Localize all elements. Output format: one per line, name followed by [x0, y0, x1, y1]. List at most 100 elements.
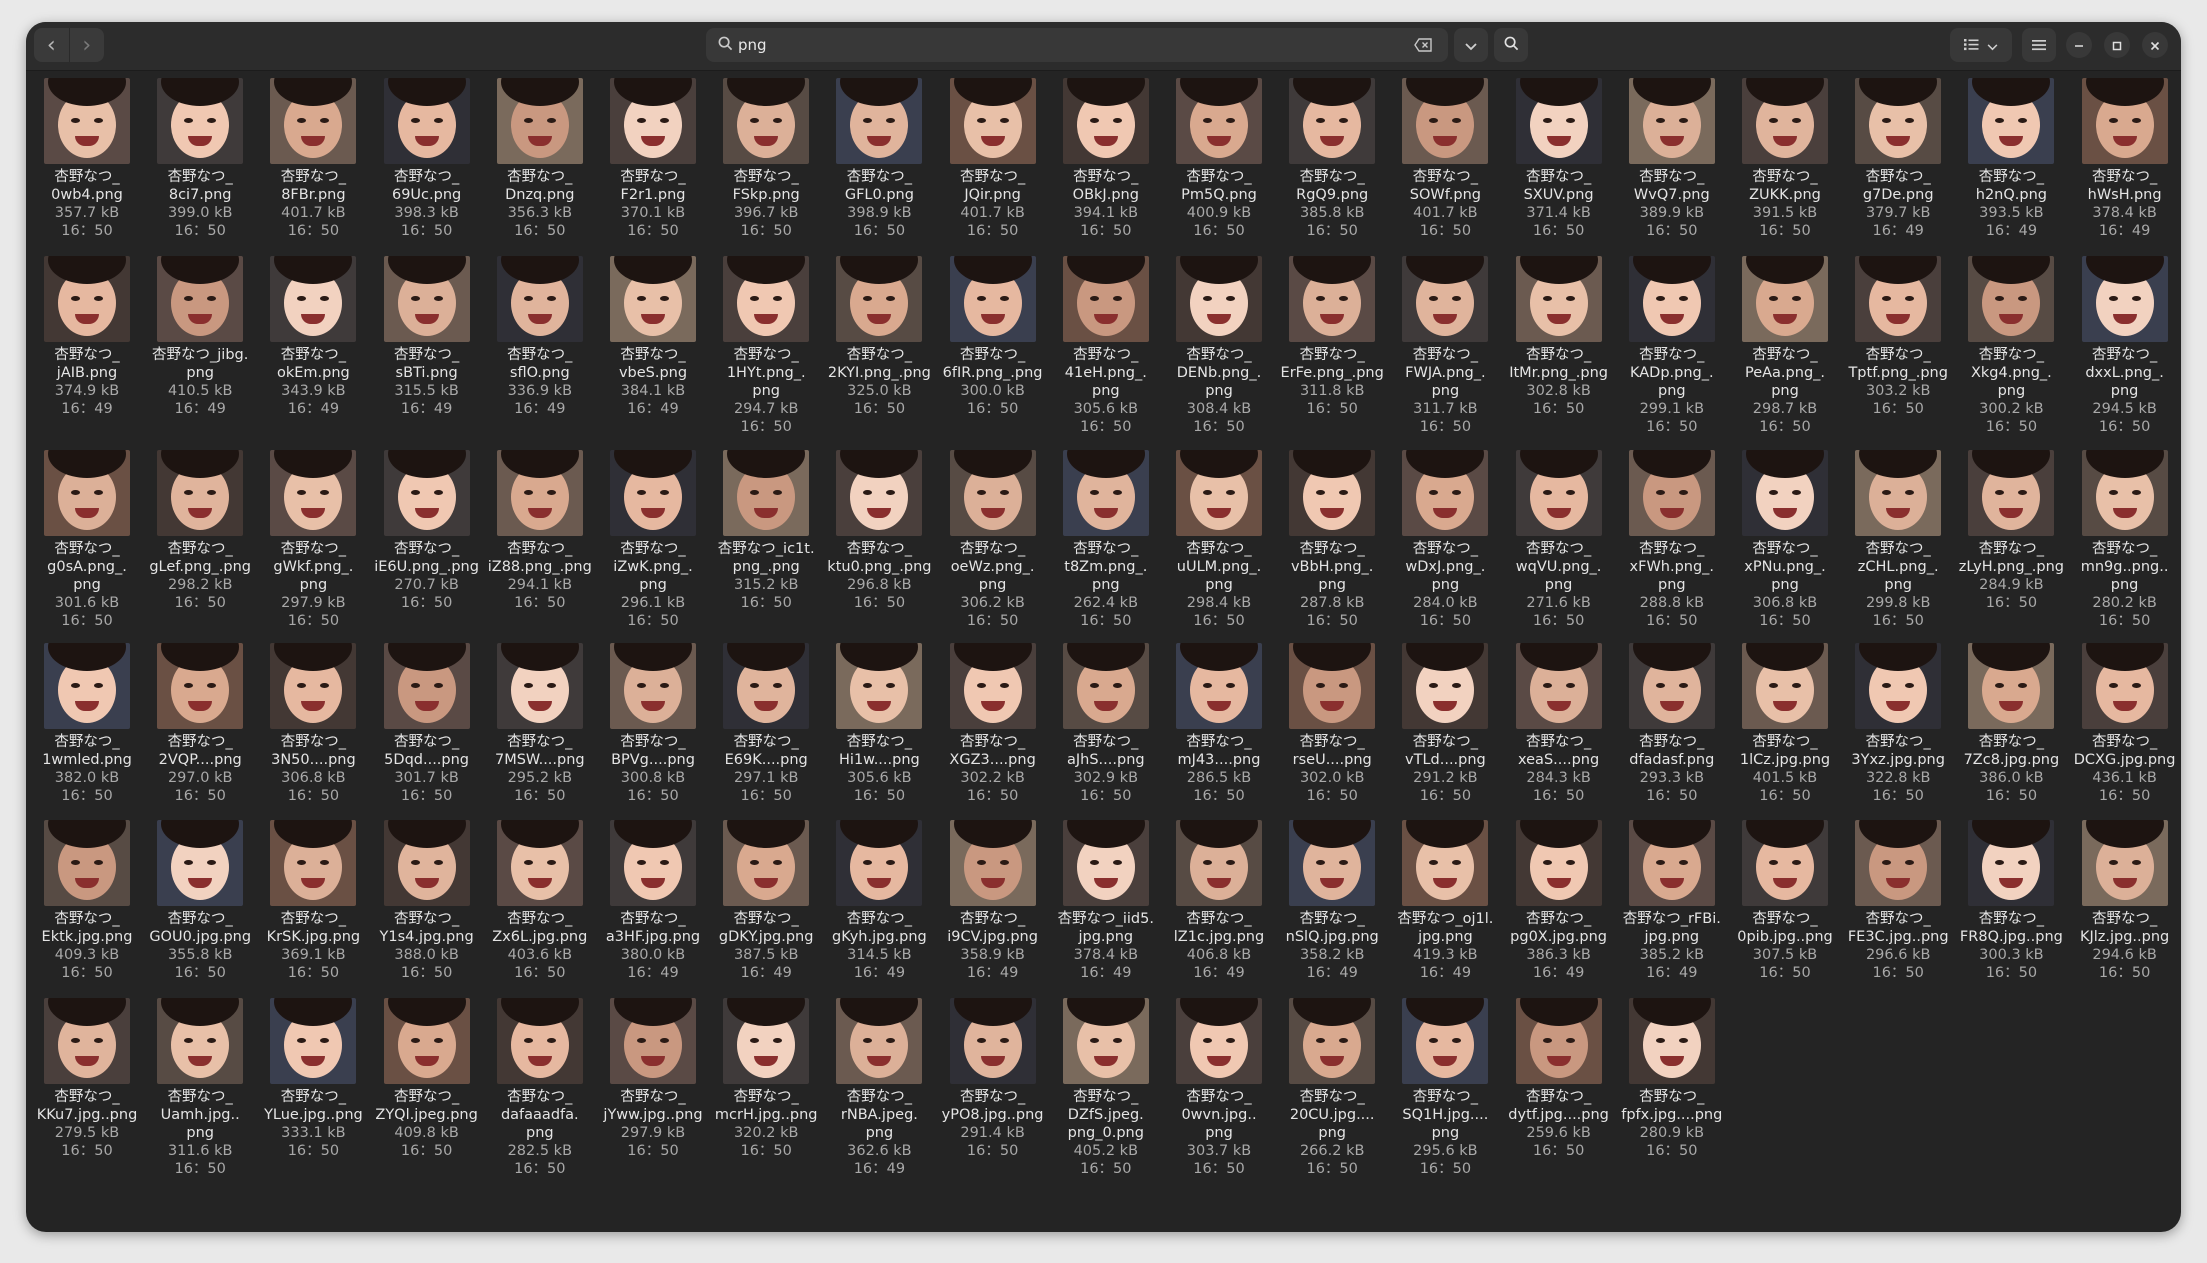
file-item[interactable]: 杏野なつ_ dytf.jpg....png 259.6 kB 16：50: [1504, 998, 1614, 1160]
file-item[interactable]: 杏野なつ_ 6fIR.png_.png 300.0 kB 16：50: [938, 256, 1048, 418]
file-item[interactable]: 杏野なつ_ ItMr.png_.png 302.8 kB 16：50: [1504, 256, 1614, 418]
maximize-button[interactable]: [2104, 32, 2130, 58]
close-button[interactable]: [2142, 32, 2168, 58]
file-item[interactable]: 杏野なつ_ 8FBr.png 401.7 kB 16：50: [258, 78, 368, 240]
file-item[interactable]: 杏野なつ_ DENb.png_. png 308.4 kB 16：50: [1164, 256, 1274, 436]
file-item[interactable]: 杏野なつ_ FE3C.jpg..png 296.6 kB 16：50: [1843, 820, 1953, 982]
file-item[interactable]: 杏野なつ_ aJhS....png 302.9 kB 16：50: [1051, 643, 1161, 805]
file-item[interactable]: 杏野なつ_ 1HYt.png_. png 294.7 kB 16：50: [711, 256, 821, 436]
clear-search-icon[interactable]: [1414, 37, 1432, 56]
search-bar[interactable]: [706, 28, 1448, 62]
file-item[interactable]: 杏野なつ_ oeWz.png_. png 306.2 kB 16：50: [938, 450, 1048, 630]
file-item[interactable]: 杏野なつ_ 69Uc.png 398.3 kB 16：50: [372, 78, 482, 240]
file-item[interactable]: 杏野なつ_ jAIB.png 374.9 kB 16：49: [32, 256, 142, 418]
file-item[interactable]: 杏野なつ_ 1wmled.png 382.0 kB 16：50: [32, 643, 142, 805]
file-item[interactable]: 杏野なつ_ SQ1H.jpg.... png 295.6 kB 16：50: [1390, 998, 1500, 1178]
file-item[interactable]: 杏野なつ_ iZwK.png_. png 296.1 kB 16：50: [598, 450, 708, 630]
search-input[interactable]: [738, 28, 1358, 62]
file-item[interactable]: 杏野なつ_ gWkf.png_. png 297.9 kB 16：50: [258, 450, 368, 630]
file-item[interactable]: 杏野なつ_ h2nQ.png 393.5 kB 16：49: [1956, 78, 2066, 240]
file-item[interactable]: 杏野なつ_ gKyh.jpg.png 314.5 kB 16：49: [824, 820, 934, 982]
file-item[interactable]: 杏野なつ_ t8Zm.png_. png 262.4 kB 16：50: [1051, 450, 1161, 630]
file-item[interactable]: 杏野なつ_jibg. png 410.5 kB 16：49: [145, 256, 255, 418]
file-item[interactable]: 杏野なつ_ okEm.png 343.9 kB 16：49: [258, 256, 368, 418]
file-item[interactable]: 杏野なつ_ rNBA.jpeg. png 362.6 kB 16：49: [824, 998, 934, 1178]
file-item[interactable]: 杏野なつ_ BPVg....png 300.8 kB 16：50: [598, 643, 708, 805]
search-button[interactable]: [1494, 28, 1528, 62]
file-item[interactable]: 杏野なつ_ Ektk.jpg.png 409.3 kB 16：50: [32, 820, 142, 982]
file-item[interactable]: 杏野なつ_ Tptf.png_.png 303.2 kB 16：50: [1843, 256, 1953, 418]
file-item[interactable]: 杏野なつ_ JQir.png 401.7 kB 16：50: [938, 78, 1048, 240]
file-item[interactable]: 杏野なつ_ nSlQ.jpg.png 358.2 kB 16：49: [1277, 820, 1387, 982]
file-item[interactable]: 杏野なつ_ KrSK.jpg.png 369.1 kB 16：50: [258, 820, 368, 982]
file-item[interactable]: 杏野なつ_ E69K....png 297.1 kB 16：50: [711, 643, 821, 805]
file-item[interactable]: 杏野なつ_ FSkp.png 396.7 kB 16：50: [711, 78, 821, 240]
file-item[interactable]: 杏野なつ_ WvQ7.png 389.9 kB 16：50: [1617, 78, 1727, 240]
file-item[interactable]: 杏野なつ_ 8ci7.png 399.0 kB 16：50: [145, 78, 255, 240]
file-item[interactable]: 杏野なつ_ lZ1c.jpg.png 406.8 kB 16：49: [1164, 820, 1274, 982]
file-item[interactable]: 杏野なつ_ SXUV.png 371.4 kB 16：50: [1504, 78, 1614, 240]
file-item[interactable]: 杏野なつ_ g7De.png 379.7 kB 16：49: [1843, 78, 1953, 240]
file-item[interactable]: 杏野なつ_ sBTi.png 315.5 kB 16：49: [372, 256, 482, 418]
file-item[interactable]: 杏野なつ_ mJ43....png 286.5 kB 16：50: [1164, 643, 1274, 805]
file-item[interactable]: 杏野なつ_ xPNu.png_. png 306.8 kB 16：50: [1730, 450, 1840, 630]
file-item[interactable]: 杏野なつ_ g0sA.png_. png 301.6 kB 16：50: [32, 450, 142, 630]
view-mode-button[interactable]: [1950, 28, 2012, 62]
file-item[interactable]: 杏野なつ_ hWsH.png 378.4 kB 16：49: [2070, 78, 2180, 240]
file-item[interactable]: 杏野なつ_ 3N50....png 306.8 kB 16：50: [258, 643, 368, 805]
file-item[interactable]: 杏野なつ_oj1l. jpg.png 419.3 kB 16：49: [1390, 820, 1500, 982]
file-item[interactable]: 杏野なつ_ KJlz.jpg..png 294.6 kB 16：50: [2070, 820, 2180, 982]
file-item[interactable]: 杏野なつ_ sflO.png 336.9 kB 16：49: [485, 256, 595, 418]
back-button[interactable]: ‹: [34, 28, 70, 62]
file-item[interactable]: 杏野なつ_ Pm5Q.png 400.9 kB 16：50: [1164, 78, 1274, 240]
file-item[interactable]: 杏野なつ_ OBkJ.png 394.1 kB 16：50: [1051, 78, 1161, 240]
file-item[interactable]: 杏野なつ_rFBi. jpg.png 385.2 kB 16：49: [1617, 820, 1727, 982]
file-item[interactable]: 杏野なつ_ dxxL.png_. png 294.5 kB 16：50: [2070, 256, 2180, 436]
file-item[interactable]: 杏野なつ_ F2r1.png 370.1 kB 16：50: [598, 78, 708, 240]
search-options-button[interactable]: [1454, 28, 1488, 62]
file-item[interactable]: 杏野なつ_ XGZ3....png 302.2 kB 16：50: [938, 643, 1048, 805]
file-item[interactable]: 杏野なつ_ 41eH.png_. png 305.6 kB 16：50: [1051, 256, 1161, 436]
file-item[interactable]: 杏野なつ_ vTLd....png 291.2 kB 16：50: [1390, 643, 1500, 805]
minimize-button[interactable]: [2066, 32, 2092, 58]
file-item[interactable]: 杏野なつ_ ZUKK.png 391.5 kB 16：50: [1730, 78, 1840, 240]
main-menu-button[interactable]: [2022, 28, 2056, 62]
file-item[interactable]: 杏野なつ_ i9CV.jpg.png 358.9 kB 16：49: [938, 820, 1048, 982]
file-item[interactable]: 杏野なつ_ 1lCz.jpg.png 401.5 kB 16：50: [1730, 643, 1840, 805]
file-item[interactable]: 杏野なつ_ mn9g..png.. png 280.2 kB 16：50: [2070, 450, 2180, 630]
file-item[interactable]: 杏野なつ_ 2KYI.png_.png 325.0 kB 16：50: [824, 256, 934, 418]
file-item[interactable]: 杏野なつ_ wDxJ.png_. png 284.0 kB 16：50: [1390, 450, 1500, 630]
file-item[interactable]: 杏野なつ_ 20CU.jpg.... png 266.2 kB 16：50: [1277, 998, 1387, 1178]
file-item[interactable]: 杏野なつ_ PeAa.png_. png 298.7 kB 16：50: [1730, 256, 1840, 436]
file-item[interactable]: 杏野なつ_ DZfS.jpeg. png_0.png 405.2 kB 16：50: [1051, 998, 1161, 1178]
file-item[interactable]: 杏野なつ_ zLyH.png_.png 284.9 kB 16：50: [1956, 450, 2066, 612]
file-item[interactable]: 杏野なつ_ rseU....png 302.0 kB 16：50: [1277, 643, 1387, 805]
file-item[interactable]: 杏野なつ_ 7Zc8.jpg.png 386.0 kB 16：50: [1956, 643, 2066, 805]
file-item[interactable]: 杏野なつ_ gLef.png_.png 298.2 kB 16：50: [145, 450, 255, 612]
file-item[interactable]: 杏野なつ_ GOU0.jpg.png 355.8 kB 16：50: [145, 820, 255, 982]
forward-button[interactable]: ›: [69, 28, 104, 62]
file-item[interactable]: 杏野なつ_ 0wb4.png 357.7 kB 16：50: [32, 78, 142, 240]
file-item[interactable]: 杏野なつ_ 2VQP....png 297.0 kB 16：50: [145, 643, 255, 805]
file-item[interactable]: 杏野なつ_ dfadasf.png 293.3 kB 16：50: [1617, 643, 1727, 805]
file-item[interactable]: 杏野なつ_ Zx6L.jpg.png 403.6 kB 16：50: [485, 820, 595, 982]
file-item[interactable]: 杏野なつ_ jYww.jpg..png 297.9 kB 16：50: [598, 998, 708, 1160]
file-item[interactable]: 杏野なつ_ KKu7.jpg..png 279.5 kB 16：50: [32, 998, 142, 1160]
file-item[interactable]: 杏野なつ_ vBbH.png_. png 287.8 kB 16：50: [1277, 450, 1387, 630]
file-item[interactable]: 杏野なつ_ ErFe.png_.png 311.8 kB 16：50: [1277, 256, 1387, 418]
file-item[interactable]: 杏野なつ_ Dnzq.png 356.3 kB 16：50: [485, 78, 595, 240]
file-item[interactable]: 杏野なつ_ 0wvn.jpg.. png 303.7 kB 16：50: [1164, 998, 1274, 1178]
file-item[interactable]: 杏野なつ_ RgQ9.png 385.8 kB 16：50: [1277, 78, 1387, 240]
file-item[interactable]: 杏野なつ_ 0pib.jpg..png 307.5 kB 16：50: [1730, 820, 1840, 982]
file-item[interactable]: 杏野なつ_ yPO8.jpg..png 291.4 kB 16：50: [938, 998, 1048, 1160]
file-item[interactable]: 杏野なつ_ ktu0.png_.png 296.8 kB 16：50: [824, 450, 934, 612]
file-item[interactable]: 杏野なつ_iid5. jpg.png 378.4 kB 16：49: [1051, 820, 1161, 982]
file-item[interactable]: 杏野なつ_ Uamh.jpg.. png 311.6 kB 16：50: [145, 998, 255, 1178]
file-item[interactable]: 杏野なつ_ xFWh.png_. png 288.8 kB 16：50: [1617, 450, 1727, 630]
file-item[interactable]: 杏野なつ_ xeaS....png 284.3 kB 16：50: [1504, 643, 1614, 805]
file-item[interactable]: 杏野なつ_ iZ88.png_.png 294.1 kB 16：50: [485, 450, 595, 612]
file-item[interactable]: 杏野なつ_ FWJA.png_. png 311.7 kB 16：50: [1390, 256, 1500, 436]
file-item[interactable]: 杏野なつ_ KADp.png_. png 299.1 kB 16：50: [1617, 256, 1727, 436]
file-item[interactable]: 杏野なつ_ Xkg4.png_. png 300.2 kB 16：50: [1956, 256, 2066, 436]
file-item[interactable]: 杏野なつ_ dafaaadfa. png 282.5 kB 16：50: [485, 998, 595, 1178]
